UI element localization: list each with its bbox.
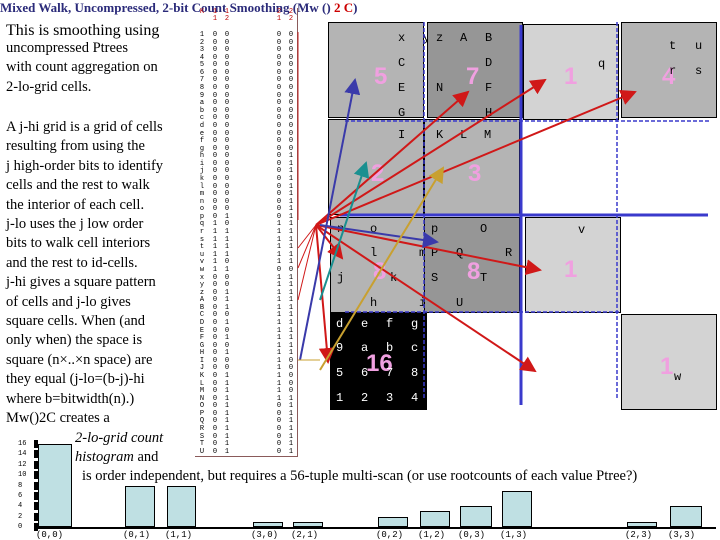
x-tick-label: (3,3) xyxy=(668,530,696,540)
y-tick-mark xyxy=(34,512,38,521)
y-tick-mark xyxy=(34,440,38,448)
y-tick-label: 0 xyxy=(18,523,23,531)
x-tick-label: (1,1) xyxy=(165,530,193,540)
histogram-bar xyxy=(420,511,450,527)
y-tick-label: 8 xyxy=(18,481,23,490)
x-tick-label: (0,1) xyxy=(123,530,151,540)
x-tick-label: (1,3) xyxy=(500,530,528,540)
y-tick-mark xyxy=(34,491,38,500)
histogram-bar xyxy=(460,506,492,527)
histogram-bar xyxy=(38,444,72,527)
y-tick-mark xyxy=(34,471,38,480)
y-tick-mark xyxy=(34,460,38,469)
x-axis xyxy=(38,527,716,529)
x-tick-label: (0,3) xyxy=(458,530,486,540)
y-tick-label: 12 xyxy=(18,460,27,469)
y-tick-label: 10 xyxy=(18,471,27,480)
y-tick-label: 4 xyxy=(18,502,23,511)
histogram-label: 2-lo-grid count xyxy=(75,430,164,446)
y-tick-label: 14 xyxy=(18,450,27,459)
histogram-label-2: histogram and xyxy=(75,449,159,465)
histogram-bar xyxy=(125,485,155,527)
histogram-bar xyxy=(378,516,408,527)
y-tick-label: 16 xyxy=(18,440,27,448)
x-tick-label: (0,0) xyxy=(36,530,64,540)
x-tick-label: (0,2) xyxy=(376,530,404,540)
y-tick-mark xyxy=(34,450,38,459)
histogram-bar xyxy=(670,506,702,527)
histogram-bar xyxy=(502,490,532,527)
x-tick-label: (2,3) xyxy=(625,530,653,540)
x-tick-label: (2,1) xyxy=(291,530,319,540)
y-tick-mark xyxy=(34,481,38,490)
x-tick-label: (1,2) xyxy=(418,530,446,540)
x-tick-label: (3,0) xyxy=(251,530,279,540)
y-tick-label: 2 xyxy=(18,512,23,521)
histogram-bar xyxy=(167,485,196,527)
footnote: is order independent, but requires a 56-… xyxy=(82,468,638,484)
y-tick-mark xyxy=(34,502,38,511)
y-tick-label: 6 xyxy=(18,491,23,500)
